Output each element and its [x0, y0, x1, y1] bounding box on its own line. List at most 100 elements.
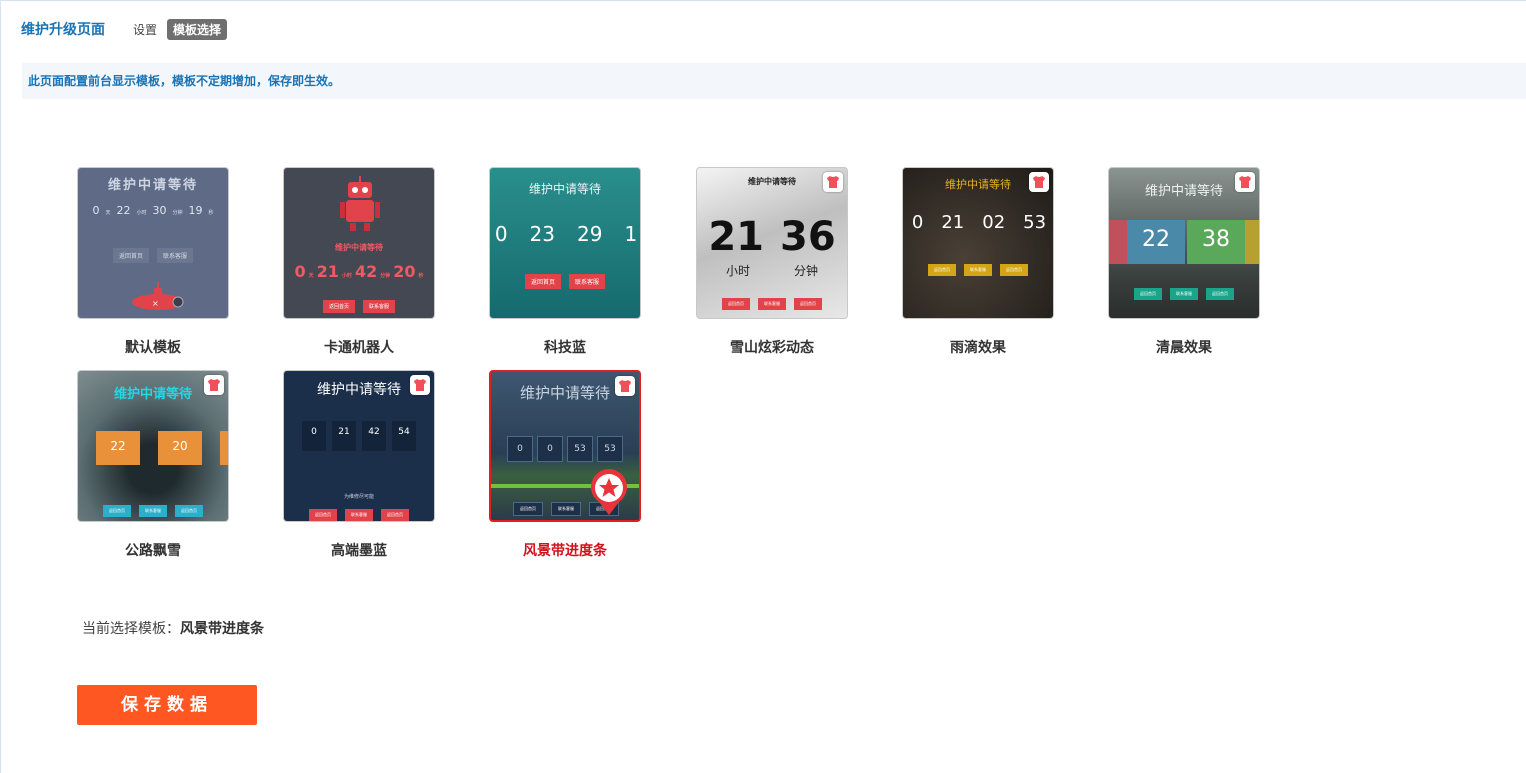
- digit: 22: [1127, 220, 1185, 264]
- template-thumbnail[interactable]: 维护中请等待 0 21 42 54 为维修尽可能 返回首页 联系客服 返回首页: [283, 370, 435, 522]
- thumb-btn: 联系客服: [758, 298, 786, 310]
- digit: 0: [911, 212, 924, 233]
- digit: 21: [332, 421, 356, 451]
- thumb-btn: 返回首页: [309, 509, 337, 521]
- digit: 21: [316, 262, 339, 281]
- svg-text:×: ×: [152, 299, 159, 308]
- digit: 19: [188, 204, 203, 217]
- template-card-robot[interactable]: 维护中请等待 0天 21 小时 42 分钟 20 秒 返回首页 联系客服 卡通机器人: [283, 167, 435, 356]
- template-thumbnail[interactable]: 维护中请等待 0 0 53 53 返回首页 联系客服 返回首页: [489, 370, 641, 522]
- digit: 36: [780, 214, 836, 260]
- current-template: 当前选择模板：风景带进度条: [82, 618, 264, 638]
- template-card-landscape-progress[interactable]: 维护中请等待 0 0 53 53 返回首页 联系客服 返回首页 风景带进度条: [489, 370, 641, 559]
- digit: 02: [982, 212, 1006, 233]
- template-thumbnail[interactable]: 维护中请等待 21 36 小时 分钟 返回首页 联系客服 返回首页: [696, 167, 848, 319]
- digit: 0: [294, 262, 306, 281]
- template-name: 科技蓝: [544, 340, 586, 356]
- thumb-buttons: 返回首页 联系客服 返回首页: [903, 264, 1053, 276]
- tab-settings[interactable]: 设置: [133, 21, 157, 38]
- thumb-btn: 返回首页: [524, 274, 561, 289]
- template-thumbnail[interactable]: 维护中请等待 0 21 02 53 返回首页 联系客服 返回首页: [902, 167, 1054, 319]
- digit: 54: [392, 421, 416, 451]
- unit: 小时: [341, 273, 352, 279]
- thumb-countdown: 0 21 42 54: [284, 421, 434, 451]
- thumb-btn: 联系客服: [157, 248, 194, 263]
- thumb-buttons: 返回首页 联系客服 返回首页: [78, 505, 228, 517]
- template-thumbnail[interactable]: 维护中请等待 0天 21 小时 42 分钟 20 秒 返回首页 联系客服: [283, 167, 435, 319]
- digit: 20: [393, 262, 416, 281]
- thumb-btn: 返回首页: [322, 300, 355, 313]
- digit: 42: [362, 421, 386, 451]
- unit: 天: [308, 273, 314, 279]
- template-thumbnail[interactable]: 维护中请等待 0 23 29 1 返回首页 联系客服: [489, 167, 641, 319]
- color-block: [1245, 220, 1259, 264]
- template-card-tech-blue[interactable]: 维护中请等待 0 23 29 1 返回首页 联系客服 科技蓝: [489, 167, 641, 356]
- unit: 小时: [725, 264, 750, 278]
- digit: 53: [1023, 212, 1047, 233]
- template-card-snow-mountain[interactable]: 维护中请等待 21 36 小时 分钟 返回首页 联系客服 返回首页 雪山炫彩动态: [696, 167, 848, 356]
- thumb-btn: 返回首页: [513, 502, 543, 516]
- digit: 0: [302, 421, 326, 451]
- template-name: 雨滴效果: [950, 340, 1006, 356]
- thumb-countdown: 21 36: [697, 214, 847, 260]
- digit: 23: [529, 222, 555, 246]
- digit: 29: [577, 222, 603, 246]
- thumb-btn: 返回首页: [103, 505, 131, 517]
- color-block: [1109, 220, 1127, 264]
- template-name: 默认模板: [125, 340, 181, 356]
- unit: 分钟: [380, 273, 391, 279]
- digit: 21: [708, 214, 764, 260]
- digit: 30: [152, 204, 167, 217]
- template-card-raindrop[interactable]: 维护中请等待 0 21 02 53 返回首页 联系客服 返回首页 雨滴效果: [902, 167, 1054, 356]
- thumb-btn: 联系客服: [569, 274, 606, 289]
- thumb-btn: 返回首页: [1000, 264, 1028, 276]
- thumb-btn: 返回首页: [1134, 288, 1162, 300]
- unit: 分钟: [172, 210, 183, 216]
- template-thumbnail[interactable]: 维护中请等待 22 20 返回首页 联系客服 返回首页: [77, 370, 229, 522]
- star-pin-icon: [591, 469, 627, 515]
- tshirt-icon: [1029, 172, 1049, 192]
- thumb-countdown: 0天 22 小时 30 分钟 19 秒: [78, 204, 228, 217]
- unit: 秒: [418, 273, 424, 279]
- thumb-countdown: 0天 21 小时 42 分钟 20 秒: [284, 262, 434, 281]
- unit: 分钟: [794, 264, 819, 278]
- current-template-value: 风景带进度条: [180, 621, 264, 637]
- save-button[interactable]: 保存数据: [77, 685, 257, 725]
- digit: 0: [494, 222, 508, 246]
- thumb-buttons: 返回首页 联系客服: [78, 248, 228, 263]
- unit: 秒: [208, 210, 214, 216]
- template-card-default[interactable]: 维护中请等待 0天 22 小时 30 分钟 19 秒 返回首页 联系客服 × 默认模板: [77, 167, 229, 356]
- template-card-ink-blue[interactable]: 维护中请等待 0 21 42 54 为维修尽可能 返回首页 联系客服 返回首页 …: [283, 370, 435, 559]
- thumb-btn: 返回首页: [175, 505, 203, 517]
- digit: 0: [507, 436, 533, 462]
- template-name: 清晨效果: [1156, 340, 1212, 356]
- tshirt-icon: [615, 376, 635, 396]
- unit: 小时: [136, 210, 147, 216]
- thumb-btn: 联系客服: [551, 502, 581, 516]
- thumb-btn: 返回首页: [381, 509, 409, 521]
- template-name: 高端墨蓝: [331, 543, 387, 559]
- digit: 38: [1187, 220, 1245, 264]
- thumb-units: 小时 分钟: [697, 262, 847, 279]
- digit: 20: [158, 431, 202, 465]
- template-thumbnail[interactable]: 维护中请等待 22 38 返回首页 联系客服 返回首页: [1108, 167, 1260, 319]
- template-card-road-snow[interactable]: 维护中请等待 22 20 返回首页 联系客服 返回首页 公路飘雪: [77, 370, 229, 559]
- template-name: 卡通机器人: [324, 340, 394, 356]
- submarine-icon: ×: [132, 282, 184, 310]
- thumb-buttons: 返回首页 联系客服 返回首页: [284, 509, 434, 521]
- template-card-morning[interactable]: 维护中请等待 22 38 返回首页 联系客服 返回首页 清晨效果: [1108, 167, 1260, 356]
- thumb-buttons: 返回首页 联系客服 返回首页: [1109, 288, 1259, 300]
- digit: 0: [537, 436, 563, 462]
- current-template-label: 当前选择模板：: [82, 621, 180, 637]
- thumb-btn: 联系客服: [1170, 288, 1198, 300]
- tab-template-select[interactable]: 模板选择: [167, 18, 228, 40]
- digit: 0: [92, 204, 100, 217]
- tshirt-icon: [823, 172, 843, 192]
- thumb-countdown: 0 21 02 53: [903, 212, 1053, 233]
- thumb-btn: 联系客服: [139, 505, 167, 517]
- thumb-buttons: 返回首页 联系客服: [284, 300, 434, 313]
- template-thumbnail[interactable]: 维护中请等待 0天 22 小时 30 分钟 19 秒 返回首页 联系客服 ×: [77, 167, 229, 319]
- digit: 42: [354, 262, 378, 281]
- tshirt-icon: [204, 375, 224, 395]
- notice-bar: 此页面配置前台显示模板，模板不定期增加，保存即生效。: [22, 63, 1526, 99]
